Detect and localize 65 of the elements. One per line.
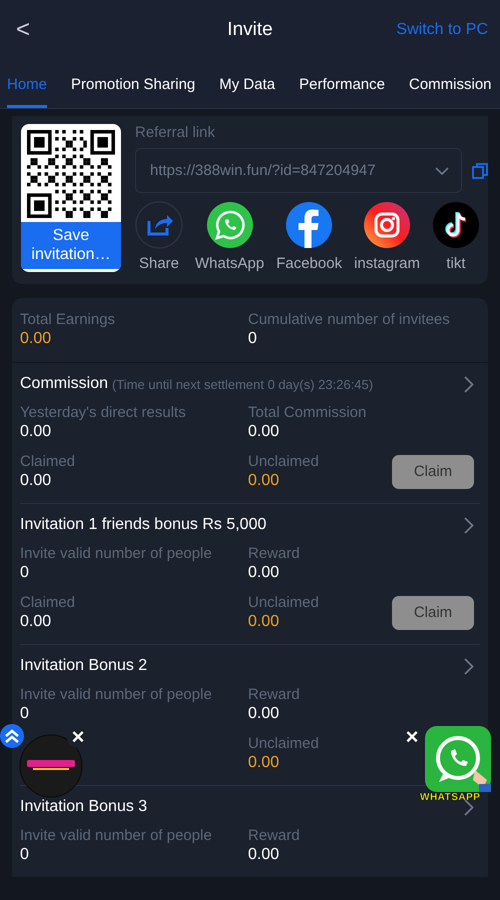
- stat-label: Unclaimed: [248, 593, 320, 612]
- stat-value: 0.00: [248, 845, 280, 865]
- tab[interactable]: Performance: [299, 60, 385, 108]
- stat-label: Claimed: [20, 452, 76, 471]
- stat-label: Yesterday's direct results: [20, 403, 187, 422]
- claim-button[interactable]: Claim: [392, 454, 474, 488]
- referral-link-dropdown[interactable]: https://388win.fun/?id=847204947: [135, 148, 462, 193]
- stat-label: Reward: [248, 685, 301, 704]
- stat-value: 0.00: [248, 704, 280, 724]
- stat-value: 0.00: [248, 471, 280, 491]
- stat-label: Total Earnings: [20, 310, 116, 329]
- stat-value: 0.00: [20, 422, 52, 442]
- whatsapp-icon[interactable]: [206, 201, 254, 249]
- stat-label: Unclaimed: [248, 734, 320, 753]
- share-channel-label: tikt: [446, 255, 466, 272]
- stat-label: Cumulative number of invitees: [248, 310, 451, 329]
- qr-code-icon: [27, 130, 115, 218]
- section-title: Invitation Bonus 2: [20, 657, 148, 675]
- chevron-right-icon[interactable]: [464, 376, 474, 392]
- claim-button[interactable]: Claim: [392, 596, 474, 630]
- stat-label: Unclaimed: [248, 452, 320, 471]
- chevron-right-icon[interactable]: [464, 658, 474, 674]
- stat-value: 0.00: [248, 422, 280, 442]
- share-icon[interactable]: [135, 201, 183, 249]
- stat-value: 0.00: [20, 471, 52, 491]
- section-title: Commission: [20, 375, 108, 393]
- tab[interactable]: Commission: [408, 60, 492, 108]
- whatsapp-label: WHATSAPP: [420, 792, 480, 803]
- chevron-right-icon[interactable]: [464, 516, 474, 534]
- section-title: Invitation 1 friends bonus Rs 5,000: [20, 516, 266, 534]
- share-channel-label: Share: [138, 255, 180, 272]
- stat-label: Reward: [248, 826, 301, 845]
- stat-label: Total Commission: [248, 403, 368, 422]
- tab[interactable]: Promotion Sharing: [71, 60, 196, 108]
- share-channel-label: Facebook: [276, 255, 342, 272]
- stat-label: Claimed: [20, 593, 76, 612]
- stat-label: Invite valid number of people: [20, 685, 213, 704]
- share-channel-label: instagram: [354, 255, 420, 272]
- copy-icon[interactable]: [472, 162, 488, 178]
- stat-value: 0: [248, 329, 258, 349]
- stat-value: 0.00: [248, 753, 280, 773]
- stat-value: 0: [20, 563, 30, 583]
- stat-value: 0: [20, 845, 30, 865]
- field-label: Referral link: [135, 124, 216, 141]
- chevron-down-icon: [435, 166, 449, 174]
- tab[interactable]: My Data: [219, 60, 276, 108]
- stat-value: 0.00: [20, 329, 52, 349]
- save-invitation-button[interactable]: Save invitation…: [21, 222, 121, 269]
- stat-value: 0.00: [248, 563, 280, 583]
- stat-label: Reward: [248, 544, 301, 563]
- page-title: Invite: [227, 19, 273, 41]
- settlement-countdown: (Time until next settlement 0 day(s) 23:26:45): [112, 376, 374, 392]
- stat-value: 0: [20, 704, 30, 724]
- stat-label: Invite valid number of people: [20, 544, 213, 563]
- chevron-right-icon[interactable]: [464, 798, 474, 816]
- facebook-icon[interactable]: [285, 201, 334, 249]
- share-channel-label: WhatsApp: [195, 255, 264, 272]
- stat-label: Invite valid number of people: [20, 826, 213, 845]
- scroll-up-icon[interactable]: [0, 724, 24, 748]
- stat-value: 0.00: [20, 612, 52, 632]
- back-button[interactable]: <: [12, 16, 34, 44]
- stat-value: 0.00: [248, 612, 280, 632]
- instagram-icon[interactable]: [363, 201, 411, 249]
- section-title: Invitation Bonus 3: [20, 798, 148, 816]
- tiktok-icon[interactable]: [432, 201, 480, 249]
